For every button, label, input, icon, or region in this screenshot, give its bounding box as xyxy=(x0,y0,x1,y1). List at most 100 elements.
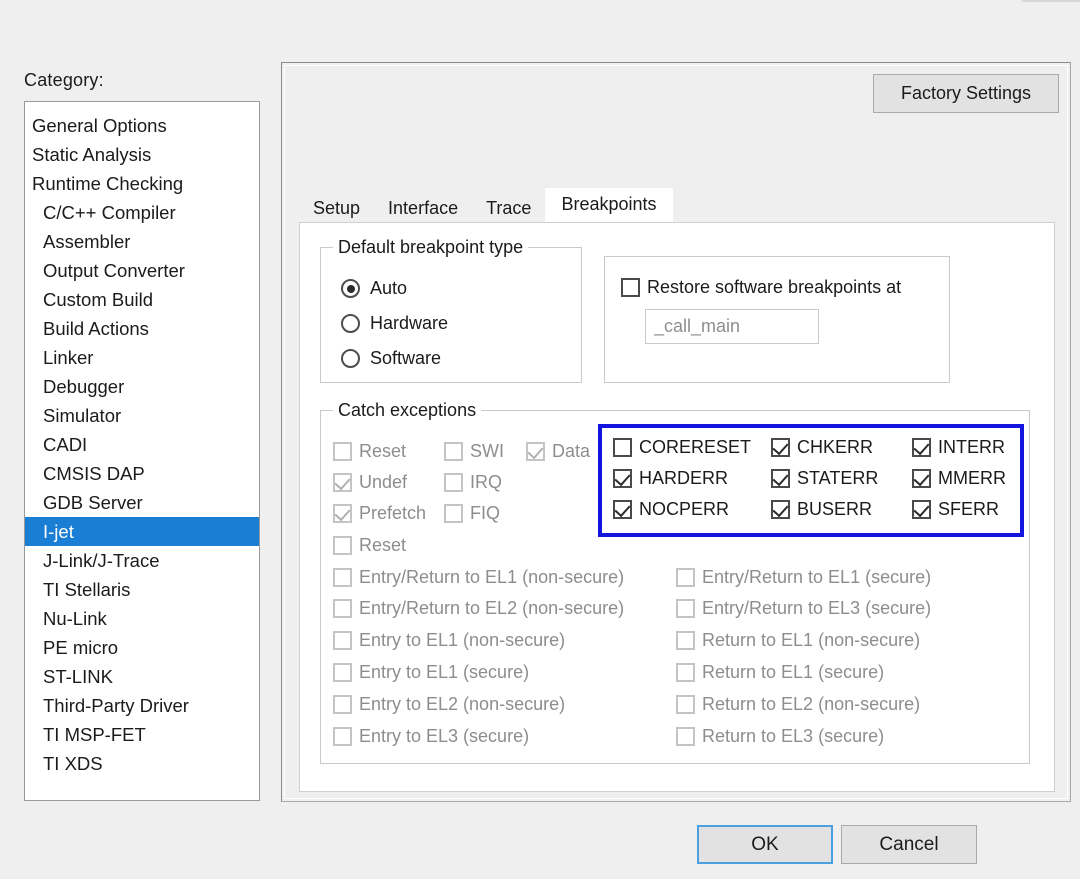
checkbox-reset-secondary: Reset xyxy=(333,535,406,556)
restore-software-breakpoints-checkbox[interactable]: Restore software breakpoints at xyxy=(621,277,901,298)
checkbox-label: HARDERR xyxy=(639,468,729,488)
checkbox-label: MMERR xyxy=(938,468,1006,488)
checkbox-label: Entry/Return to EL1 (secure) xyxy=(702,567,932,587)
checkbox-icon xyxy=(444,473,463,492)
checkbox-entry-to-el3-secure: Entry to EL3 (secure) xyxy=(333,726,529,747)
checkbox-icon xyxy=(333,568,352,587)
category-item-ti-msp-fet[interactable]: TI MSP-FET xyxy=(25,720,259,749)
checkbox-label: BUSERR xyxy=(797,499,873,519)
checkbox-staterr[interactable]: STATERR xyxy=(771,468,878,489)
checkbox-label: INTERR xyxy=(938,437,1005,457)
checkbox-entry-to-el2-non-secure: Entry to EL2 (non-secure) xyxy=(333,694,565,715)
radio-hardware[interactable]: Hardware xyxy=(341,313,448,334)
checkbox-label: Reset xyxy=(359,441,407,461)
category-item-ti-stellaris[interactable]: TI Stellaris xyxy=(25,575,259,604)
category-item-custom-build[interactable]: Custom Build xyxy=(25,285,259,314)
checkbox-entry-to-el1-non-secure: Entry to EL1 (non-secure) xyxy=(333,630,565,651)
checkbox-return-to-el3-secure: Return to EL3 (secure) xyxy=(676,726,884,747)
checkbox-label: Return to EL1 (secure) xyxy=(702,662,885,682)
checkbox-icon xyxy=(676,631,695,650)
category-item-output-converter[interactable]: Output Converter xyxy=(25,256,259,285)
checkbox-label: Entry to EL1 (non-secure) xyxy=(359,630,566,650)
checkbox-reset-col1: Reset xyxy=(333,441,406,462)
checkbox-icon xyxy=(333,442,352,461)
checkbox-label: CHKERR xyxy=(797,437,874,457)
checkbox-entry-return-to-el2-non-secure: Entry/Return to EL2 (non-secure) xyxy=(333,598,624,619)
checkbox-buserr[interactable]: BUSERR xyxy=(771,499,872,520)
category-item-third-party-driver[interactable]: Third-Party Driver xyxy=(25,691,259,720)
checkbox-label: Entry to EL2 (non-secure) xyxy=(359,694,566,714)
checkbox-label: IRQ xyxy=(470,472,503,492)
category-item-static-analysis[interactable]: Static Analysis xyxy=(25,140,259,169)
checkbox-label: Entry/Return to EL3 (secure) xyxy=(702,598,932,618)
factory-settings-button[interactable]: Factory Settings xyxy=(873,74,1059,113)
category-item-general-options[interactable]: General Options xyxy=(25,111,259,140)
tab-breakpoints[interactable]: Breakpoints xyxy=(545,188,673,223)
category-item-build-actions[interactable]: Build Actions xyxy=(25,314,259,343)
checkbox-icon xyxy=(676,599,695,618)
checkbox-icon xyxy=(912,438,931,457)
checkbox-label: Prefetch xyxy=(359,503,427,523)
checkbox-icon xyxy=(613,469,632,488)
checkbox-icon xyxy=(912,500,931,519)
checkbox-label: Entry/Return to EL1 (non-secure) xyxy=(359,567,625,587)
checkbox-label: SWI xyxy=(470,441,504,461)
radio-auto[interactable]: Auto xyxy=(341,278,407,299)
checkbox-label: NOCPERR xyxy=(639,499,730,519)
restore-checkbox-label: Restore software breakpoints at xyxy=(647,277,902,297)
cancel-button[interactable]: Cancel xyxy=(841,825,977,864)
tab-strip[interactable]: Setup Interface Trace Breakpoints xyxy=(299,188,673,223)
category-item-simulator[interactable]: Simulator xyxy=(25,401,259,430)
radio-software[interactable]: Software xyxy=(341,348,441,369)
checkbox-data: Data xyxy=(526,441,590,462)
ok-button[interactable]: OK xyxy=(697,825,833,864)
checkbox-label: Return to EL2 (non-secure) xyxy=(702,694,921,714)
checkbox-icon xyxy=(333,473,352,492)
category-item-pe-micro[interactable]: PE micro xyxy=(25,633,259,662)
category-item-gdb-server[interactable]: GDB Server xyxy=(25,488,259,517)
category-item-c-c-compiler[interactable]: C/C++ Compiler xyxy=(25,198,259,227)
checkbox-interr[interactable]: INTERR xyxy=(912,437,1005,458)
checkbox-chkerr[interactable]: CHKERR xyxy=(771,437,873,458)
checkbox-corereset[interactable]: CORERESET xyxy=(613,437,751,458)
tab-trace[interactable]: Trace xyxy=(472,193,545,223)
category-item-nu-link[interactable]: Nu-Link xyxy=(25,604,259,633)
checkbox-nocperr[interactable]: NOCPERR xyxy=(613,499,729,520)
tab-setup[interactable]: Setup xyxy=(299,193,374,223)
checkbox-icon xyxy=(676,568,695,587)
window-top-edge-line xyxy=(1022,0,1080,2)
category-item-linker[interactable]: Linker xyxy=(25,343,259,372)
dialog-root: Category: General Options Static Analysis… xyxy=(0,0,1080,879)
category-item-assembler[interactable]: Assembler xyxy=(25,227,259,256)
checkbox-icon xyxy=(613,438,632,457)
checkbox-entry-to-el1-secure: Entry to EL1 (secure) xyxy=(333,662,529,683)
category-item-i-jet[interactable]: I-jet xyxy=(25,517,259,546)
checkbox-mmerr[interactable]: MMERR xyxy=(912,468,1006,489)
checkbox-entry-return-to-el1-non-secure: Entry/Return to EL1 (non-secure) xyxy=(333,567,624,588)
radio-label: Auto xyxy=(370,278,408,298)
checkbox-icon xyxy=(676,663,695,682)
radio-label: Software xyxy=(370,348,442,368)
tab-interface[interactable]: Interface xyxy=(374,193,472,223)
catch-exceptions-title: Catch exceptions xyxy=(333,400,482,421)
checkbox-irq: IRQ xyxy=(444,472,502,493)
checkbox-undef-col1: Undef xyxy=(333,472,407,493)
category-item-ti-xds[interactable]: TI XDS xyxy=(25,749,259,778)
checkbox-harderr[interactable]: HARDERR xyxy=(613,468,728,489)
restore-breakpoint-address-input[interactable] xyxy=(645,309,819,344)
category-item-cadi[interactable]: CADI xyxy=(25,430,259,459)
checkbox-prefetch-col1: Prefetch xyxy=(333,503,426,524)
category-item-runtime-checking[interactable]: Runtime Checking xyxy=(25,169,259,198)
category-item-j-link-j-trace[interactable]: J-Link/J-Trace xyxy=(25,546,259,575)
checkbox-label: CORERESET xyxy=(639,437,752,457)
checkbox-label: Return to EL1 (non-secure) xyxy=(702,630,921,650)
category-item-cmsis-dap[interactable]: CMSIS DAP xyxy=(25,459,259,488)
category-item-st-link[interactable]: ST-LINK xyxy=(25,662,259,691)
checkbox-icon xyxy=(333,536,352,555)
category-list[interactable]: General Options Static Analysis Runtime Ch… xyxy=(24,101,260,801)
checkbox-sferr[interactable]: SFERR xyxy=(912,499,999,520)
checkbox-label: Return to EL3 (secure) xyxy=(702,726,885,746)
checkbox-icon xyxy=(912,469,931,488)
category-item-debugger[interactable]: Debugger xyxy=(25,372,259,401)
checkbox-icon xyxy=(333,504,352,523)
